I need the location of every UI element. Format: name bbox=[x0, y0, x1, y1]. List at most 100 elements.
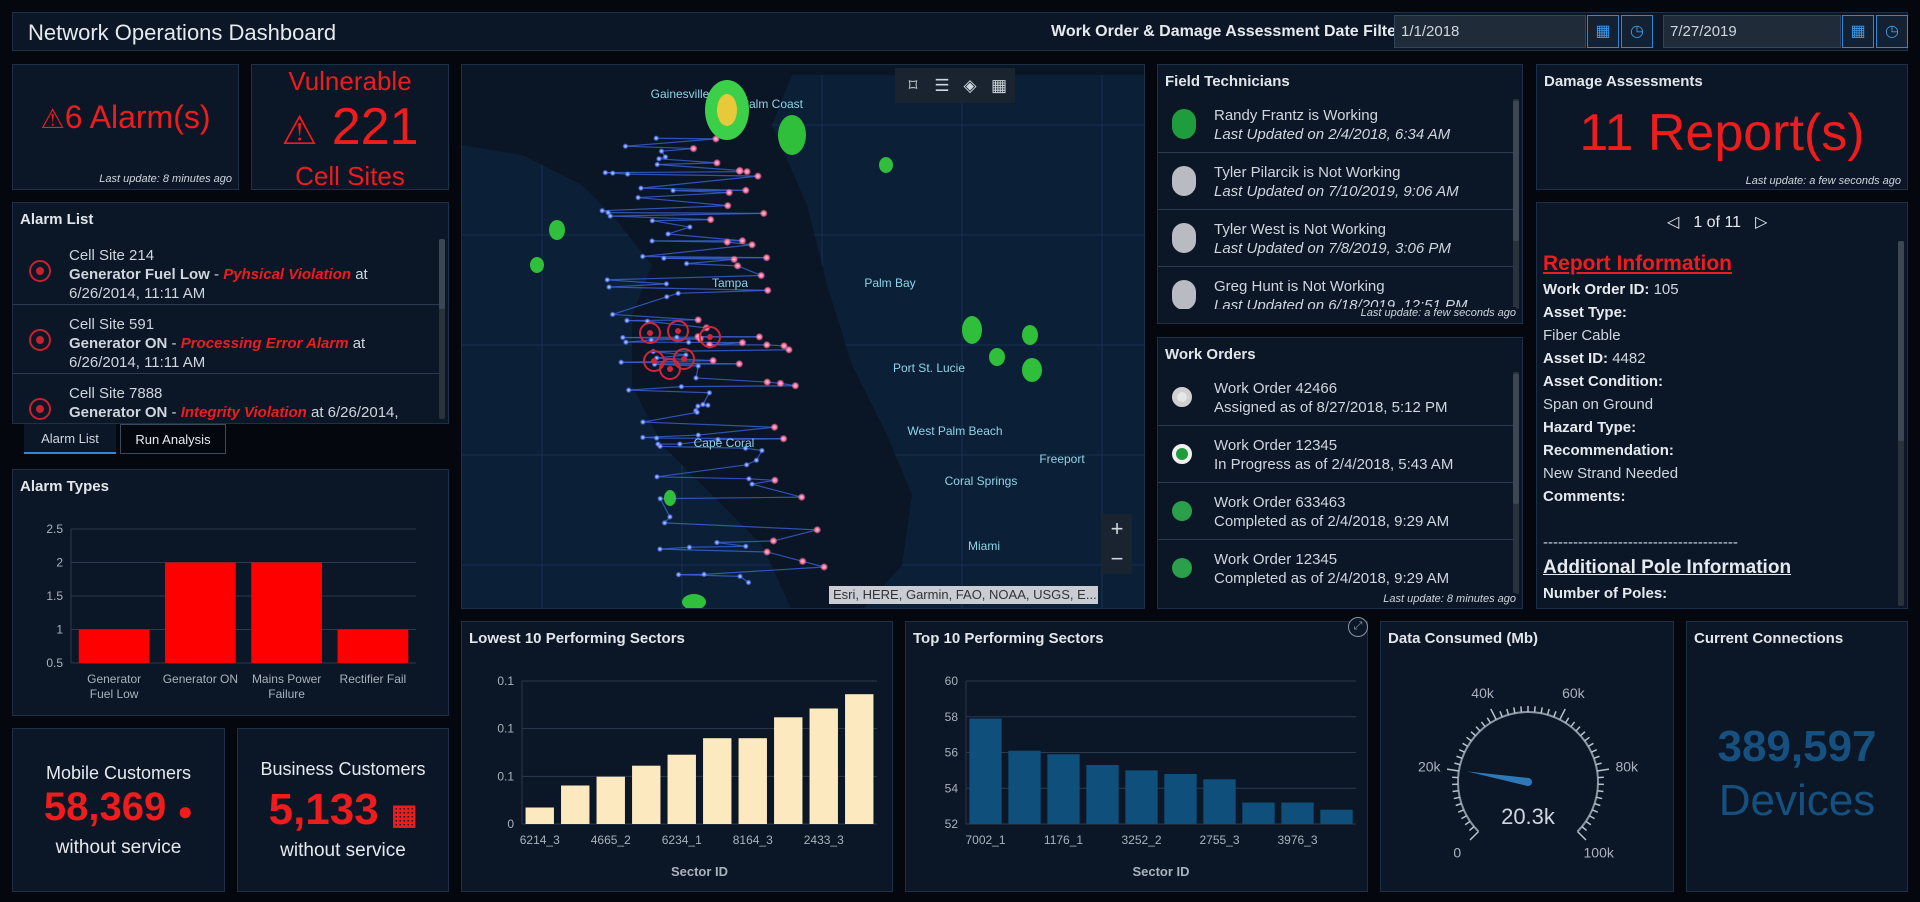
gauge-tick-label: 0 bbox=[1453, 845, 1461, 861]
technician-item[interactable]: Randy Frantz is Working Last Updated on 2… bbox=[1158, 96, 1514, 153]
start-clock-icon[interactable]: ◷ bbox=[1621, 15, 1653, 48]
alarm-item[interactable]: Cell Site 591 Generator ON - Processing … bbox=[13, 305, 443, 374]
y-tick-label: 2.5 bbox=[46, 522, 63, 536]
gauge-tick bbox=[1462, 742, 1469, 748]
cell-site-marker bbox=[663, 293, 670, 300]
technician-item[interactable]: Tyler Pilarcik is Not Working Last Update… bbox=[1158, 153, 1514, 210]
cell-site-marker bbox=[753, 457, 760, 464]
lowest-sectors-chart: 0 0.1 0.1 0.1 6214_3 4665_2 6234_1 8164_3 2433_3… bbox=[497, 674, 877, 879]
field-technicians-panel: Field Technicians Randy Frantz is Workin… bbox=[1157, 64, 1523, 324]
current-connections-panel: Current Connections 389,597 Devices bbox=[1686, 621, 1908, 892]
technician-item[interactable]: Greg Hunt is Not Working Last Updated on … bbox=[1158, 267, 1514, 309]
gauge-tick bbox=[1520, 706, 1523, 713]
cell-site-marker bbox=[704, 402, 711, 409]
next-page-icon[interactable]: ▷ bbox=[1755, 214, 1767, 231]
cell-site-marker bbox=[769, 536, 778, 545]
alarm-separator: - bbox=[167, 335, 181, 352]
cell-site-marker bbox=[701, 571, 708, 578]
work-order-item[interactable]: Work Order 633463 Completed as of 2/4/201… bbox=[1158, 483, 1514, 540]
previous-page-icon[interactable]: ◁ bbox=[1667, 214, 1679, 231]
report-scroll-thumb[interactable] bbox=[1898, 241, 1904, 441]
alarm-count: ⚠6 Alarm(s) bbox=[13, 99, 238, 136]
cell-site-marker bbox=[663, 280, 670, 287]
y-tick-label: 56 bbox=[945, 746, 959, 760]
cell-site-marker bbox=[657, 495, 664, 502]
cell-site-marker bbox=[653, 473, 660, 480]
cell-site-marker bbox=[743, 461, 750, 468]
work-order-status: Completed as of 2/4/2018, 9:29 AM bbox=[1214, 570, 1450, 587]
alarm-site-marker bbox=[647, 330, 653, 336]
legend-icon[interactable]: ☰ bbox=[927, 71, 957, 101]
cell-site-marker bbox=[758, 447, 765, 454]
tab-run-analysis[interactable]: Run Analysis bbox=[120, 424, 226, 454]
completed-status-icon bbox=[1172, 558, 1192, 578]
work-order-item[interactable]: Work Order 12345 Completed as of 2/4/2018… bbox=[1158, 540, 1514, 595]
cell-site-marker bbox=[713, 539, 720, 546]
cell-sites-label: Cell Sites bbox=[295, 161, 405, 191]
zoom-controls: + − bbox=[1102, 514, 1132, 574]
basemap-gallery-icon[interactable]: ▦ bbox=[984, 71, 1014, 101]
technician-item[interactable]: Tyler West is Not Working Last Updated on… bbox=[1158, 210, 1514, 267]
y-tick-label: 1.5 bbox=[46, 589, 63, 603]
cell-site-marker bbox=[776, 379, 785, 388]
work-order-item[interactable]: Work Order 42466 Assigned as of 8/27/2018… bbox=[1158, 369, 1514, 426]
cell-site-marker bbox=[622, 143, 629, 150]
end-date-input[interactable]: 7/27/2019 bbox=[1663, 15, 1841, 48]
start-date-input[interactable]: 1/1/2018 bbox=[1394, 15, 1586, 48]
layers-icon[interactable]: ◈ bbox=[955, 71, 985, 101]
bar bbox=[165, 562, 236, 663]
bar bbox=[561, 785, 590, 824]
cell-site-marker bbox=[604, 276, 611, 283]
y-tick-label: 1 bbox=[56, 623, 63, 637]
cell-site-marker bbox=[675, 290, 682, 297]
gauge-tick bbox=[1553, 711, 1557, 718]
asset-type-label: Asset Type: bbox=[1543, 304, 1627, 321]
end-calendar-icon[interactable]: ▦ bbox=[1842, 15, 1874, 48]
bar bbox=[845, 694, 874, 824]
tab-alarm-list[interactable]: Alarm List bbox=[24, 424, 116, 454]
alarm-item[interactable]: Cell Site 7888 Generator ON - Integrity … bbox=[13, 374, 443, 424]
work-order-name: Work Order 12345 bbox=[1214, 551, 1338, 568]
map-canvas[interactable]: Gainesville Palm Coast Tampa Palm Bay Port S… bbox=[462, 65, 1145, 609]
cell-site-marker bbox=[723, 238, 732, 247]
gauge-tick bbox=[1591, 748, 1598, 753]
cell-site-marker bbox=[606, 284, 613, 291]
x-tick-label: 6214_3 bbox=[520, 833, 560, 847]
alarm-list-panel: Alarm List Cell Site 214 Generator Fuel … bbox=[12, 202, 449, 424]
alarm-item[interactable]: Cell Site 214 Generator Fuel Low - Pyhsi… bbox=[13, 236, 443, 305]
alarm-separator: - bbox=[167, 404, 181, 421]
cell-site-marker bbox=[609, 170, 616, 177]
cell-site-marker bbox=[660, 255, 667, 262]
y-tick-label: 0.1 bbox=[497, 769, 514, 783]
map-city-label: Port St. Lucie bbox=[893, 361, 965, 375]
gauge-tick bbox=[1546, 708, 1550, 715]
mobile-customers-count: 58,369 ● bbox=[13, 785, 224, 830]
zoom-in-button[interactable]: + bbox=[1102, 514, 1132, 544]
work-order-scroll-thumb[interactable] bbox=[1513, 374, 1519, 504]
alarm-issue: Processing Error Alarm bbox=[180, 335, 349, 352]
bookmark-icon[interactable]: ⌑ bbox=[898, 71, 928, 101]
y-tick-label: 0.1 bbox=[497, 674, 514, 688]
alarm-site-marker bbox=[651, 358, 657, 364]
technician-scroll-thumb[interactable] bbox=[1513, 101, 1519, 241]
network-map[interactable]: Gainesville Palm Coast Tampa Palm Bay Port S… bbox=[461, 64, 1145, 609]
gauge-tick bbox=[1584, 736, 1590, 742]
gauge-tick bbox=[1486, 717, 1492, 724]
cell-site-marker bbox=[743, 167, 752, 176]
building-icon: ▦ bbox=[390, 799, 418, 830]
end-clock-icon[interactable]: ◷ bbox=[1876, 15, 1908, 48]
map-city-label: Miami bbox=[968, 539, 1000, 553]
cell-site-marker bbox=[745, 579, 752, 586]
bar bbox=[1203, 779, 1236, 824]
work-order-item[interactable]: Work Order 12345 In Progress as of 2/4/20… bbox=[1158, 426, 1514, 483]
start-calendar-icon[interactable]: ▦ bbox=[1587, 15, 1619, 48]
y-tick-label: 52 bbox=[945, 817, 959, 831]
cell-site-marker bbox=[602, 169, 609, 176]
bar bbox=[1164, 773, 1197, 824]
technician-working-icon bbox=[1172, 109, 1196, 139]
zoom-out-button[interactable]: − bbox=[1102, 544, 1132, 574]
alarm-list-scroll-thumb[interactable] bbox=[439, 239, 445, 309]
asset-condition-value: Span on Ground bbox=[1543, 396, 1654, 413]
gauge-tick bbox=[1470, 731, 1476, 737]
business-customers-tile: Business Customers 5,133 ▦ without servi… bbox=[237, 728, 449, 892]
